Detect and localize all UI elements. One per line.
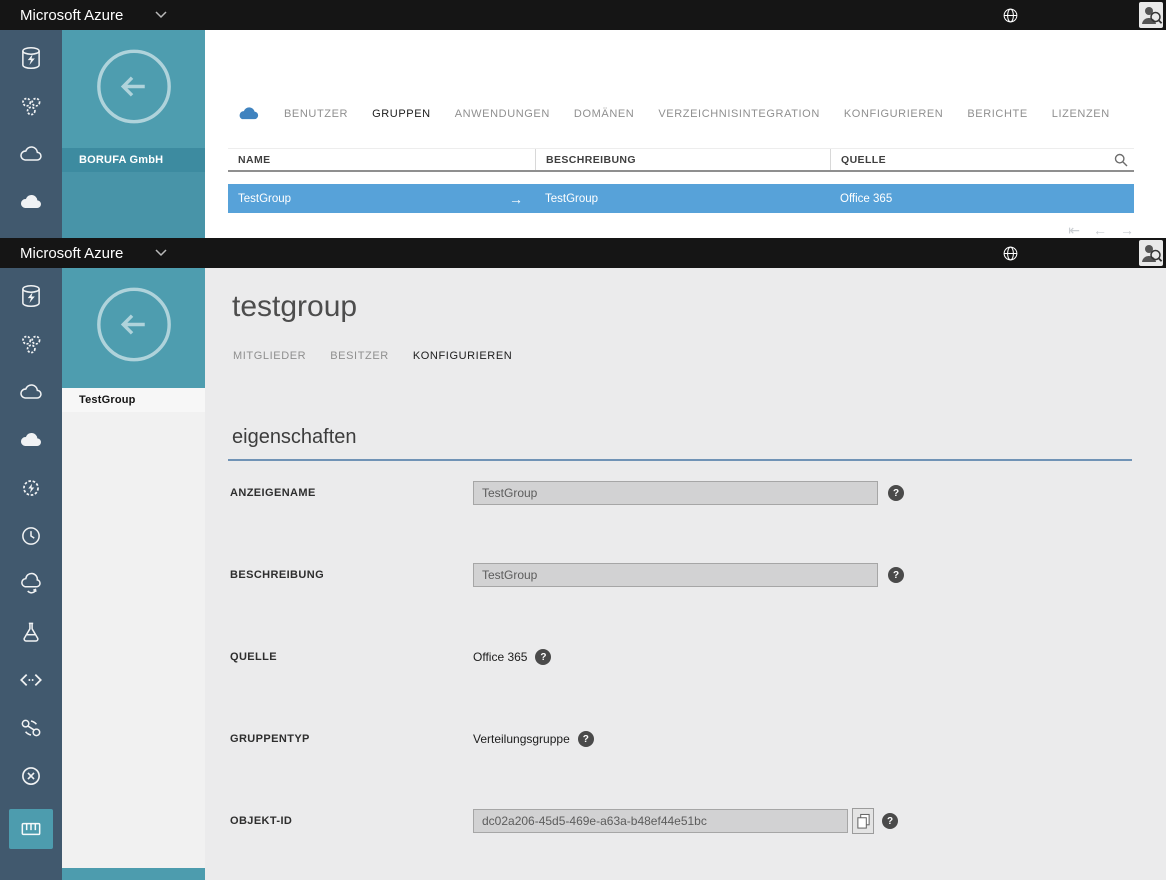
objekt-id-field[interactable] xyxy=(473,809,848,833)
form-row-anzeigename: ANZEIGENAME ? xyxy=(230,478,1132,508)
help-icon[interactable]: ? xyxy=(888,567,904,583)
page-title: testgroup xyxy=(232,290,358,323)
tab-gruppen[interactable]: GRUPPEN xyxy=(372,108,431,120)
search-icon[interactable] xyxy=(1108,153,1134,167)
anzeigename-field[interactable] xyxy=(473,481,878,505)
tab-domaenen[interactable]: DOMÄNEN xyxy=(574,108,634,120)
objekt-id-label: OBJEKT-ID xyxy=(230,815,293,827)
quelle-label: QUELLE xyxy=(230,651,278,663)
chevron-down-icon[interactable] xyxy=(155,249,167,257)
side-panel-filler xyxy=(62,412,205,880)
group-configure-window: Microsoft Azure TestGroup testgroup MITG… xyxy=(0,238,1166,880)
back-arrow-icon[interactable] xyxy=(92,45,176,134)
tab-berichte[interactable]: BERICHTE xyxy=(967,108,1027,120)
prev-page-icon[interactable]: ← xyxy=(1093,222,1107,238)
azure-cloud-icon[interactable] xyxy=(16,425,46,455)
directory-name-band[interactable]: BORUFA GmbH xyxy=(62,148,205,172)
left-nav-strip xyxy=(0,30,62,238)
tab-besitzer[interactable]: BESITZER xyxy=(330,350,389,362)
app-title: Microsoft Azure xyxy=(20,6,124,24)
globe-icon[interactable] xyxy=(1002,245,1019,267)
pagination: ⇤ ← → xyxy=(1068,222,1134,238)
gear-lightning-icon[interactable] xyxy=(16,473,46,503)
help-icon[interactable]: ? xyxy=(882,813,898,829)
circle-x-icon[interactable] xyxy=(16,761,46,791)
row-name-cell: TestGroup xyxy=(238,192,292,205)
form-row-gruppentyp: GRUPPENTYP Verteilungsgruppe ? xyxy=(230,724,1132,754)
chevron-down-icon[interactable] xyxy=(155,11,167,19)
tab-konfigurieren[interactable]: KONFIGURIEREN xyxy=(844,108,943,120)
main-content: BENUTZER GRUPPEN ANWENDUNGEN DOMÄNEN VER… xyxy=(205,30,1166,238)
keyboard-icon[interactable] xyxy=(9,809,53,849)
network-nodes-icon[interactable] xyxy=(16,713,46,743)
left-nav-strip xyxy=(0,268,62,880)
profile-search-badge-icon[interactable] xyxy=(1139,2,1163,33)
tab-konfigurieren[interactable]: KONFIGURIEREN xyxy=(413,350,512,362)
group-name-band[interactable]: TestGroup xyxy=(62,388,205,412)
globe-icon[interactable] xyxy=(1002,7,1019,29)
window-body: TestGroup testgroup MITGLIEDER BESITZER … xyxy=(0,268,1166,880)
clock-icon[interactable] xyxy=(16,521,46,551)
table-header: NAME BESCHREIBUNG QUELLE xyxy=(228,148,1134,172)
cloud-icon[interactable] xyxy=(16,377,46,407)
database-lightning-icon[interactable] xyxy=(16,43,46,73)
copy-icon[interactable] xyxy=(852,808,874,834)
table-row[interactable]: TestGroup → TestGroup Office 365 xyxy=(228,184,1134,213)
group-side-panel: TestGroup xyxy=(62,268,205,880)
gears-icon[interactable] xyxy=(16,329,46,359)
first-page-icon[interactable]: ⇤ xyxy=(1068,222,1080,238)
back-arrow-icon[interactable] xyxy=(92,283,176,372)
anzeigename-label: ANZEIGENAME xyxy=(230,487,316,499)
side-panel-filler xyxy=(62,172,205,238)
azure-logo-icon xyxy=(237,106,260,121)
side-panel-footer xyxy=(62,868,205,880)
profile-search-badge-icon[interactable] xyxy=(1139,240,1163,271)
app-title: Microsoft Azure xyxy=(20,244,124,262)
help-icon[interactable]: ? xyxy=(888,485,904,501)
row-source-cell: Office 365 xyxy=(840,192,893,205)
side-panel-header xyxy=(62,268,205,388)
column-header-beschreibung: BESCHREIBUNG xyxy=(535,149,830,170)
title-bar: Microsoft Azure xyxy=(0,238,1166,268)
form-row-objekt-id: OBJEKT-ID ? xyxy=(230,806,1132,836)
tab-benutzer[interactable]: BENUTZER xyxy=(284,108,348,120)
code-icon[interactable] xyxy=(16,665,46,695)
section-divider xyxy=(228,459,1132,461)
cloud-sync-icon[interactable] xyxy=(16,569,46,599)
quelle-value: Office 365 xyxy=(473,650,528,664)
window-body: BORUFA GmbH BENUTZER GRUPPEN ANWENDUNGEN… xyxy=(0,30,1166,238)
section-title: eigenschaften xyxy=(232,426,357,448)
row-description-cell: TestGroup xyxy=(545,192,599,205)
group-tab-bar: MITGLIEDER BESITZER KONFIGURIEREN xyxy=(233,350,512,362)
row-open-arrow-icon[interactable]: → xyxy=(509,191,523,207)
tab-verzeichnisintegration[interactable]: VERZEICHNISINTEGRATION xyxy=(658,108,820,120)
directory-side-panel: BORUFA GmbH xyxy=(62,30,205,238)
next-page-icon[interactable]: → xyxy=(1120,222,1134,238)
title-bar: Microsoft Azure xyxy=(0,0,1166,30)
help-icon[interactable]: ? xyxy=(535,649,552,665)
database-lightning-icon[interactable] xyxy=(16,281,46,311)
tab-lizenzen[interactable]: LIZENZEN xyxy=(1052,108,1110,120)
beschreibung-field[interactable] xyxy=(473,563,878,587)
flask-icon[interactable] xyxy=(16,617,46,647)
tab-mitglieder[interactable]: MITGLIEDER xyxy=(233,350,306,362)
column-header-name: NAME xyxy=(238,153,271,166)
groups-list-window: Microsoft Azure BORUFA GmbH BENUTZER GRU… xyxy=(0,0,1166,238)
gears-icon[interactable] xyxy=(16,91,46,121)
tab-anwendungen[interactable]: ANWENDUNGEN xyxy=(455,108,550,120)
side-panel-header xyxy=(62,30,205,148)
form-row-quelle: QUELLE Office 365 ? xyxy=(230,642,1132,672)
cloud-icon[interactable] xyxy=(16,139,46,169)
gruppentyp-label: GRUPPENTYP xyxy=(230,733,310,745)
form-row-beschreibung: BESCHREIBUNG ? xyxy=(230,560,1132,590)
beschreibung-label: BESCHREIBUNG xyxy=(230,569,325,581)
column-header-quelle: QUELLE xyxy=(830,149,1108,170)
gruppentyp-value: Verteilungsgruppe xyxy=(473,732,570,746)
azure-cloud-icon[interactable] xyxy=(16,187,46,217)
directory-tab-bar: BENUTZER GRUPPEN ANWENDUNGEN DOMÄNEN VER… xyxy=(237,106,1110,121)
main-content: testgroup MITGLIEDER BESITZER KONFIGURIE… xyxy=(205,268,1166,880)
help-icon[interactable]: ? xyxy=(577,731,594,747)
